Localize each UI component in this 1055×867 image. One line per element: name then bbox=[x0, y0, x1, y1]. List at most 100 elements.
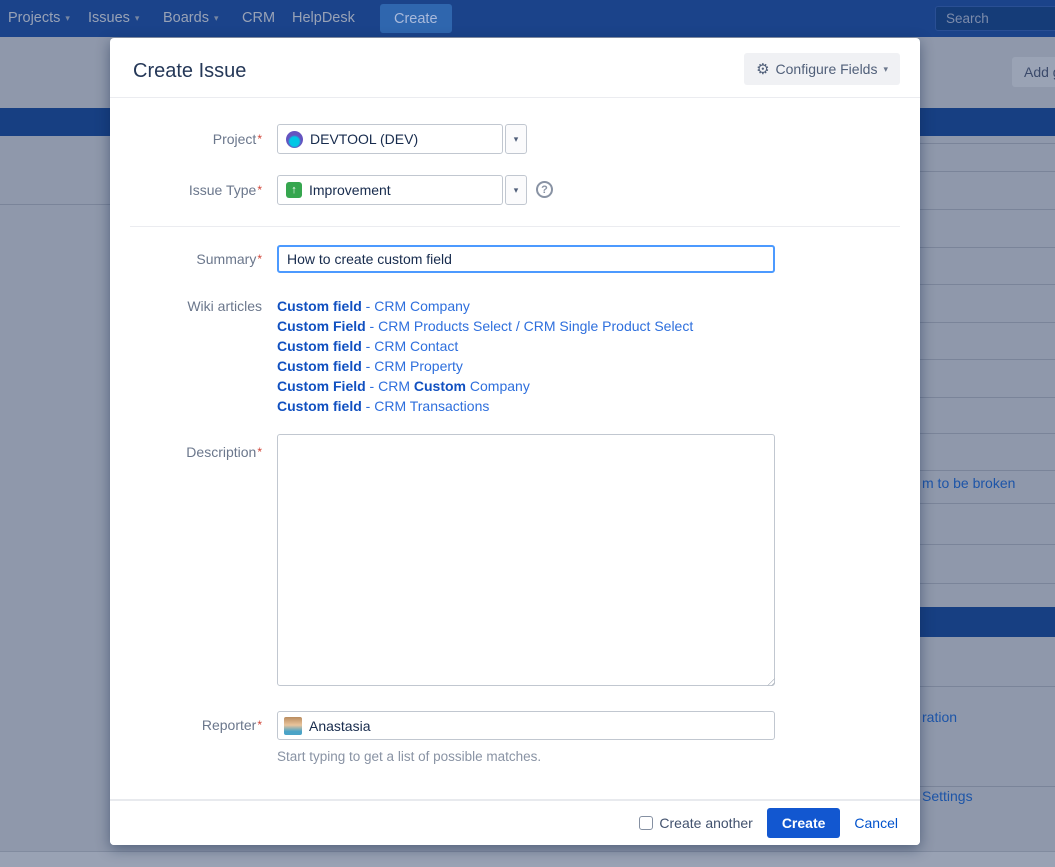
nav-crm[interactable]: CRM bbox=[242, 0, 275, 37]
required-asterisk: * bbox=[257, 445, 262, 459]
dialog-title: Create Issue bbox=[133, 57, 246, 85]
wiki-articles-label: Wiki articles bbox=[110, 296, 262, 316]
issue-type-select-value[interactable]: ↑ Improvement bbox=[277, 175, 503, 205]
required-asterisk: * bbox=[257, 183, 262, 197]
cancel-link[interactable]: Cancel bbox=[854, 815, 898, 831]
header-divider bbox=[110, 97, 920, 98]
project-label: Project* bbox=[110, 124, 262, 154]
reporter-help-text: Start typing to get a list of possible m… bbox=[277, 749, 541, 764]
arrow-up-icon: ↑ bbox=[291, 184, 297, 196]
wiki-link-bold: Custom field bbox=[277, 298, 362, 314]
wiki-link-bold: Custom field bbox=[277, 398, 362, 414]
background-row-divider bbox=[0, 204, 110, 205]
background-row-divider bbox=[920, 359, 1055, 360]
background-row-divider bbox=[920, 686, 1055, 687]
background-row-divider bbox=[920, 544, 1055, 545]
create-another-label[interactable]: Create another bbox=[659, 815, 752, 831]
wiki-link-bold: Custom bbox=[414, 378, 466, 394]
nav-issues[interactable]: Issues▾ bbox=[88, 0, 139, 37]
project-avatar-icon bbox=[286, 131, 303, 148]
wiki-link-bold: Custom field bbox=[277, 338, 362, 354]
wiki-article-link[interactable]: Custom field - CRM Company bbox=[277, 296, 693, 316]
wiki-article-link[interactable]: Custom Field - CRM Custom Company bbox=[277, 376, 693, 396]
wiki-article-link[interactable]: Custom field - CRM Property bbox=[277, 356, 693, 376]
add-gadget-button[interactable]: Add g bbox=[1012, 57, 1055, 87]
nav-create-button[interactable]: Create bbox=[380, 4, 452, 33]
required-asterisk: * bbox=[257, 718, 262, 732]
required-asterisk: * bbox=[257, 252, 262, 266]
background-row-divider bbox=[920, 284, 1055, 285]
chevron-down-icon: ▾ bbox=[65, 13, 70, 23]
wiki-article-link[interactable]: Custom field - CRM Contact bbox=[277, 336, 693, 356]
create-button[interactable]: Create bbox=[767, 808, 841, 838]
project-value-text: DEVTOOL (DEV) bbox=[310, 131, 418, 147]
issue-type-value-text: Improvement bbox=[309, 182, 391, 198]
wiki-articles-list: Custom field - CRM Company Custom Field … bbox=[277, 296, 693, 416]
project-label-text: Project bbox=[213, 131, 257, 147]
issue-type-dropdown-button[interactable]: ▾ bbox=[505, 175, 527, 205]
project-select-value[interactable]: DEVTOOL (DEV) bbox=[277, 124, 503, 154]
background-row-divider bbox=[920, 397, 1055, 398]
search-input[interactable] bbox=[935, 6, 1055, 31]
wiki-link-bold: Custom Field bbox=[277, 318, 366, 334]
background-bottom-band bbox=[0, 852, 1055, 867]
background-row-divider bbox=[920, 433, 1055, 434]
background-row-divider bbox=[920, 209, 1055, 210]
issue-type-help-icon[interactable]: ? bbox=[536, 181, 553, 198]
reporter-label: Reporter* bbox=[110, 711, 262, 740]
summary-label-text: Summary bbox=[196, 251, 256, 267]
background-row-divider bbox=[920, 470, 1055, 471]
wiki-link-text: - CRM Company bbox=[362, 298, 470, 314]
question-mark-icon: ? bbox=[541, 184, 548, 196]
issue-type-label: Issue Type* bbox=[110, 175, 262, 205]
wiki-article-link[interactable]: Custom Field - CRM Products Select / CRM… bbox=[277, 316, 693, 336]
chevron-down-icon: ▾ bbox=[883, 64, 888, 75]
description-textarea[interactable] bbox=[277, 434, 775, 686]
summary-label: Summary* bbox=[110, 245, 262, 273]
wiki-link-text: - CRM Contact bbox=[362, 338, 458, 354]
background-row-divider bbox=[920, 503, 1055, 504]
wiki-link-bold: Custom field bbox=[277, 358, 362, 374]
nav-boards-label: Boards bbox=[163, 10, 209, 26]
issue-type-label-text: Issue Type bbox=[189, 182, 256, 198]
wiki-link-text: - CRM Property bbox=[362, 358, 463, 374]
nav-boards[interactable]: Boards ▾ bbox=[163, 0, 218, 37]
background-row-divider bbox=[920, 143, 1055, 144]
reporter-label-text: Reporter bbox=[202, 717, 256, 733]
top-navbar: Projects ▾ Issues▾ Boards ▾ CRM HelpDesk C… bbox=[0, 0, 1055, 37]
chevron-down-icon: ▾ bbox=[214, 13, 219, 23]
project-select-dropdown-button[interactable]: ▾ bbox=[505, 124, 527, 154]
chevron-down-icon: ▾ bbox=[135, 13, 140, 23]
wiki-link-text: - CRM bbox=[366, 378, 414, 394]
wiki-link-text: Company bbox=[466, 378, 530, 394]
configure-fields-button[interactable]: ⚙ Configure Fields ▾ bbox=[744, 53, 900, 85]
create-another-checkbox[interactable] bbox=[639, 816, 653, 830]
wiki-link-text: - CRM Products Select / CRM Single Produ… bbox=[366, 318, 694, 334]
nav-helpdesk[interactable]: HelpDesk bbox=[292, 0, 355, 37]
background-row-divider bbox=[920, 583, 1055, 584]
reporter-input[interactable]: Anastasia bbox=[277, 711, 775, 740]
create-issue-dialog: Create Issue ⚙ Configure Fields ▾ Projec… bbox=[110, 38, 920, 845]
wiki-article-link[interactable]: Custom field - CRM Transactions bbox=[277, 396, 693, 416]
chevron-down-icon: ▾ bbox=[514, 134, 519, 145]
background-link-settings[interactable]: Settings bbox=[922, 788, 973, 804]
dialog-footer: Create another Create Cancel bbox=[110, 799, 920, 845]
section-divider bbox=[130, 226, 900, 227]
background-link-ration[interactable]: ration bbox=[922, 709, 957, 725]
background-row-divider bbox=[920, 171, 1055, 172]
improvement-icon: ↑ bbox=[286, 182, 302, 198]
reporter-value-text: Anastasia bbox=[309, 718, 370, 734]
background-link-broken[interactable]: m to be broken bbox=[922, 475, 1015, 491]
nav-projects-label: Projects bbox=[8, 10, 60, 26]
wiki-link-bold: Custom Field bbox=[277, 378, 366, 394]
required-asterisk: * bbox=[257, 132, 262, 146]
summary-input[interactable] bbox=[277, 245, 775, 273]
background-row-divider bbox=[920, 786, 1055, 787]
description-label-text: Description bbox=[186, 444, 256, 460]
nav-projects[interactable]: Projects ▾ bbox=[8, 0, 70, 37]
chevron-down-icon: ▾ bbox=[514, 185, 519, 196]
project-select: DEVTOOL (DEV) ▾ bbox=[277, 124, 527, 154]
description-label: Description* bbox=[110, 442, 262, 462]
configure-fields-label: Configure Fields bbox=[776, 61, 878, 77]
reporter-avatar bbox=[284, 717, 302, 735]
